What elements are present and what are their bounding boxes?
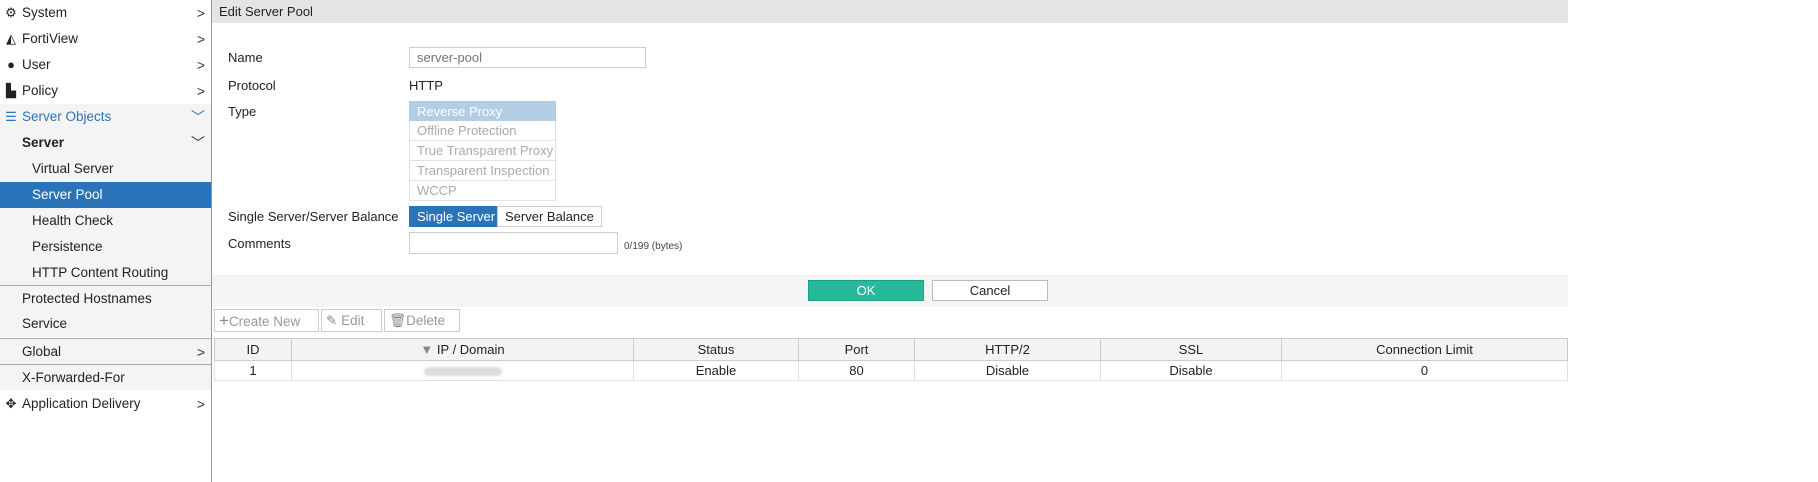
- sidebar: ⚙ System > ◭ FortiView > ● User > ▙ Policy > ☰ Se…: [0, 0, 212, 482]
- type-option-wccp[interactable]: WCCP: [409, 181, 556, 201]
- protocol-label: Protocol: [228, 78, 276, 93]
- cell-connection-limit: 0: [1281, 360, 1568, 381]
- col-ssl[interactable]: SSL: [1100, 338, 1282, 361]
- type-option-offline-protection[interactable]: Offline Protection: [409, 121, 556, 141]
- sidebar-item-server-objects[interactable]: ☰ Server Objects ﹀: [0, 104, 211, 130]
- edit-button[interactable]: ✎ Edit: [321, 309, 382, 332]
- sidebar-item-user[interactable]: ● User >: [0, 52, 211, 78]
- cell-id: 1: [214, 360, 292, 381]
- sidebar-item-virtual-server[interactable]: Virtual Server: [0, 156, 211, 182]
- server-balance-toggle[interactable]: Server Balance: [497, 206, 602, 227]
- table-row[interactable]: 1 Enable 80 Disable Disable 0: [214, 360, 1568, 381]
- sidebar-item-persistence[interactable]: Persistence: [0, 234, 211, 260]
- type-label: Type: [228, 104, 257, 119]
- cancel-button[interactable]: Cancel: [932, 280, 1048, 301]
- cell-status: Enable: [633, 360, 799, 381]
- col-http2[interactable]: HTTP/2: [914, 338, 1101, 361]
- chevron-down-icon: ﹀: [191, 135, 205, 151]
- sidebar-item-health-check[interactable]: Health Check: [0, 208, 211, 234]
- plus-icon: +: [219, 311, 229, 330]
- cell-ssl: Disable: [1100, 360, 1282, 381]
- sidebar-item-http-content-routing[interactable]: HTTP Content Routing: [0, 260, 211, 286]
- filter-icon[interactable]: ▼: [420, 342, 433, 357]
- chevron-right-icon: >: [196, 83, 205, 99]
- chevron-right-icon: >: [196, 344, 205, 360]
- sidebar-item-global[interactable]: Global >: [0, 338, 211, 364]
- ok-button[interactable]: OK: [808, 280, 924, 301]
- gear-icon: ⚙: [5, 5, 17, 20]
- type-option-reverse-proxy[interactable]: Reverse Proxy: [409, 101, 556, 121]
- edit-server-pool-panel: Edit Server Pool Name server-pool Protoc…: [212, 0, 1568, 482]
- cell-http2: Disable: [914, 360, 1101, 381]
- chevron-right-icon: >: [196, 31, 205, 47]
- chart-icon: ◭: [6, 31, 16, 46]
- cell-ip-domain: [291, 360, 634, 381]
- name-label: Name: [228, 50, 263, 65]
- col-status[interactable]: Status: [633, 338, 799, 361]
- sidebar-item-x-forwarded-for[interactable]: X-Forwarded-For: [0, 364, 211, 390]
- single-server-toggle[interactable]: Single Server: [409, 206, 504, 227]
- chevron-down-icon: ﹀: [191, 109, 205, 125]
- sidebar-item-policy[interactable]: ▙ Policy >: [0, 78, 211, 104]
- create-new-button[interactable]: +Create New: [214, 309, 319, 332]
- chevron-right-icon: >: [196, 396, 205, 412]
- comments-textarea[interactable]: [409, 232, 618, 254]
- trash-icon: 🗑: [389, 313, 407, 328]
- redacted-ip: [423, 367, 502, 377]
- col-id[interactable]: ID: [214, 338, 292, 361]
- type-option-true-transparent-proxy[interactable]: True Transparent Proxy: [409, 141, 556, 161]
- col-ip-domain[interactable]: ▼ IP / Domain: [291, 338, 634, 361]
- chevron-right-icon: >: [196, 5, 205, 21]
- balance-label: Single Server/Server Balance: [228, 209, 399, 224]
- sidebar-item-system[interactable]: ⚙ System >: [0, 0, 211, 26]
- page-title: Edit Server Pool: [212, 0, 1568, 23]
- sidebar-item-application-delivery[interactable]: ✥ Application Delivery >: [0, 391, 211, 417]
- sidebar-item-server[interactable]: Server ﹀: [0, 130, 211, 156]
- move-icon: ✥: [5, 396, 17, 411]
- protocol-value: HTTP: [409, 78, 443, 93]
- comments-label: Comments: [228, 236, 291, 251]
- edit-icon: ✎: [326, 313, 338, 328]
- server-pool-table: ID ▼ IP / Domain Status Port HTTP/2 SSL …: [214, 338, 1568, 381]
- sidebar-item-service[interactable]: Service: [0, 311, 211, 337]
- comments-counter: 0/199 (bytes): [624, 241, 683, 252]
- table-header: ID ▼ IP / Domain Status Port HTTP/2 SSL …: [214, 338, 1568, 361]
- sidebar-item-server-pool[interactable]: Server Pool: [0, 182, 211, 208]
- delete-button[interactable]: 🗑Delete: [384, 309, 460, 332]
- user-icon: ●: [7, 57, 15, 72]
- col-port[interactable]: Port: [798, 338, 915, 361]
- sidebar-item-fortiview[interactable]: ◭ FortiView >: [0, 26, 211, 52]
- col-connection-limit[interactable]: Connection Limit: [1281, 338, 1568, 361]
- name-input[interactable]: server-pool: [409, 47, 646, 68]
- cell-port: 80: [798, 360, 915, 381]
- sidebar-item-protected-hostnames[interactable]: Protected Hostnames: [0, 285, 211, 311]
- server-icon: ☰: [5, 109, 17, 124]
- type-option-transparent-inspection[interactable]: Transparent Inspection: [409, 161, 556, 181]
- chevron-right-icon: >: [196, 57, 205, 73]
- policy-icon: ▙: [6, 83, 16, 98]
